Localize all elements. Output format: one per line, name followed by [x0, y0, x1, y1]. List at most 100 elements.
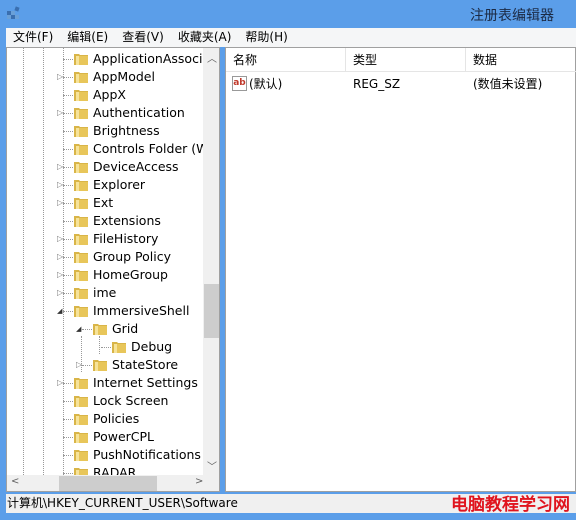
tree-item-label: Brightness [93, 123, 160, 138]
tree-guide-line [63, 59, 73, 60]
tree-item[interactable]: ▷ Explorer [7, 176, 203, 194]
tree-item[interactable]: ▷ Ext [7, 194, 203, 212]
scroll-right-icon[interactable]: > [195, 476, 203, 487]
tree-item[interactable]: ▷ StateStore [7, 356, 203, 374]
tree-item[interactable]: ▷ Authentication [7, 104, 203, 122]
expand-arrow-icon[interactable]: ▷ [57, 176, 63, 194]
tree-item-label: Grid [112, 321, 139, 336]
horizontal-scroll-thumb[interactable] [59, 476, 157, 491]
column-name[interactable]: 名称 [226, 48, 346, 72]
tree-item[interactable]: PushNotifications [7, 446, 203, 464]
tree-item-label: Ext [93, 195, 114, 210]
expand-arrow-icon[interactable]: ▷ [57, 194, 63, 212]
vertical-scroll-thumb[interactable] [204, 284, 219, 338]
horizontal-scrollbar[interactable]: < > [7, 475, 219, 491]
folder-icon [93, 360, 107, 371]
menu-edit[interactable]: 编辑(E) [60, 28, 115, 47]
expand-arrow-icon[interactable]: ▷ [57, 284, 63, 302]
expand-arrow-icon[interactable]: ▷ [57, 374, 63, 392]
scroll-up-icon[interactable]: ︿ [207, 50, 217, 65]
tree-item[interactable]: Lock Screen [7, 392, 203, 410]
folder-icon [112, 342, 126, 353]
collapse-arrow-icon[interactable]: ◢ [57, 302, 62, 320]
tree-item-label: ApplicationAssocia [93, 51, 211, 66]
tree-item[interactable]: ▷ ime [7, 284, 203, 302]
folder-icon [74, 90, 88, 101]
tree-item[interactable]: Policies [7, 410, 203, 428]
tree-guide-line [63, 437, 73, 438]
tree-item-label: PowerCPL [93, 429, 155, 444]
tree-guide-line [63, 113, 73, 114]
collapse-arrow-icon[interactable]: ◢ [76, 320, 81, 338]
tree-item[interactable]: ▷ HomeGroup [7, 266, 203, 284]
folder-icon [93, 324, 107, 335]
tree-item[interactable]: ▷ Internet Settings [7, 374, 203, 392]
tree-item[interactable]: Brightness [7, 122, 203, 140]
column-data[interactable]: 数据 [466, 48, 576, 72]
tree-guide-line [82, 329, 92, 330]
expand-arrow-icon[interactable]: ▷ [57, 248, 63, 266]
menu-favorites[interactable]: 收藏夹(A) [171, 28, 239, 47]
tree-item[interactable]: ▷ AppModel [7, 68, 203, 86]
folder-icon [74, 450, 88, 461]
tree-item[interactable]: ApplicationAssocia [7, 50, 210, 68]
expand-arrow-icon[interactable]: ▷ [57, 266, 63, 284]
expand-arrow-icon[interactable]: ▷ [57, 158, 63, 176]
folder-icon [74, 72, 88, 83]
tree-item[interactable]: ◢ Grid [7, 320, 203, 338]
tree-guide-line [63, 257, 73, 258]
expand-arrow-icon[interactable]: ▷ [57, 68, 63, 86]
tree-guide-line [63, 221, 73, 222]
tree-item-label: Authentication [93, 105, 185, 120]
tree-item-label: PushNotifications [93, 447, 201, 462]
tree-item[interactable]: ▷ DeviceAccess [7, 158, 203, 176]
registry-tree[interactable]: ApplicationAssocia ▷ AppModel AppX ▷ Authenti… [6, 47, 220, 492]
expand-arrow-icon[interactable]: ▷ [76, 356, 82, 374]
tree-item[interactable]: Debug [7, 338, 203, 356]
tree-item[interactable]: ▷ Group Policy [7, 248, 203, 266]
tree-item-label: FileHistory [93, 231, 159, 246]
folder-icon [74, 108, 88, 119]
tree-item[interactable]: AppX [7, 86, 203, 104]
tree-item-label: Debug [131, 339, 173, 354]
folder-icon [74, 270, 88, 281]
tree-item-label: HomeGroup [93, 267, 168, 282]
folder-icon [74, 306, 88, 317]
tree-guide-line [63, 131, 73, 132]
vertical-scrollbar[interactable]: ︿ ﹀ [203, 48, 219, 475]
watermark: 电脑教程学习网 [451, 495, 570, 515]
tree-guide-line [101, 347, 111, 348]
tree-item[interactable]: PowerCPL [7, 428, 203, 446]
folder-icon [74, 288, 88, 299]
tree-guide-line [63, 239, 73, 240]
values-list[interactable]: 名称 类型 数据 ab (默认) REG_SZ (数值未设置) [225, 47, 576, 492]
tree-guide-line [63, 473, 73, 474]
menu-view[interactable]: 查看(V) [115, 28, 171, 47]
scroll-down-icon[interactable]: ﹀ [207, 458, 217, 473]
folder-icon [74, 144, 88, 155]
folder-icon [74, 162, 88, 173]
menu-bar: 文件(F) 编辑(E) 查看(V) 收藏夹(A) 帮助(H) [6, 28, 576, 47]
tree-guide-line [63, 419, 73, 420]
tree-item-label: DeviceAccess [93, 159, 179, 174]
value-type: REG_SZ [353, 77, 401, 91]
column-type[interactable]: 类型 [346, 48, 466, 72]
folder-icon [74, 252, 88, 263]
scroll-left-icon[interactable]: < [11, 476, 19, 487]
menu-help[interactable]: 帮助(H) [238, 28, 294, 47]
tree-item[interactable]: ◢ ImmersiveShell [7, 302, 203, 320]
folder-icon [74, 432, 88, 443]
tree-item[interactable]: Extensions [7, 212, 203, 230]
tree-item[interactable]: ▷ FileHistory [7, 230, 203, 248]
folder-icon [74, 198, 88, 209]
tree-item-label: AppX [93, 87, 126, 102]
tree-guide-line [63, 455, 73, 456]
menu-file[interactable]: 文件(F) [6, 28, 60, 47]
expand-arrow-icon[interactable]: ▷ [57, 230, 63, 248]
window-title: 注册表编辑器 [470, 8, 554, 24]
expand-arrow-icon[interactable]: ▷ [57, 104, 63, 122]
tree-guide-line [63, 203, 73, 204]
tree-guide-line [63, 95, 73, 96]
tree-item[interactable]: Controls Folder (W [7, 140, 209, 158]
tree-guide-line [63, 293, 73, 294]
